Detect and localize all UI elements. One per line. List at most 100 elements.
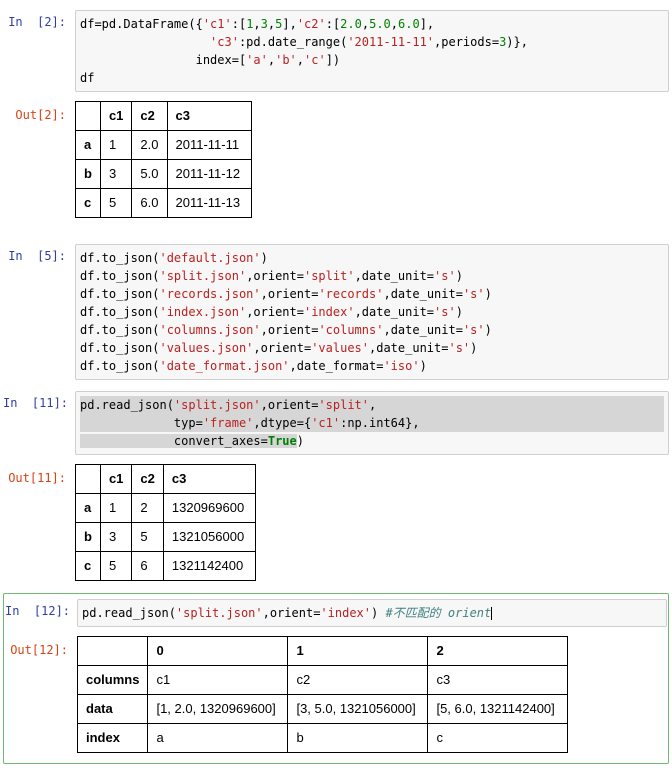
code-token: 'values' xyxy=(311,341,369,355)
code-line: df.to_json('values.json',orient='values'… xyxy=(80,339,664,357)
code-token: ) xyxy=(470,341,478,355)
code-token: ,date_unit= xyxy=(383,287,463,301)
table-header-cell: 1 xyxy=(287,636,429,666)
code-token: 'index.json' xyxy=(159,305,247,319)
code-token: , xyxy=(361,17,370,31)
code-token: , xyxy=(267,53,276,67)
code-line: df=pd.DataFrame({'c1':[1,3,5],'c2':[2.0,… xyxy=(80,15,664,33)
table-index-cell: b xyxy=(75,522,101,552)
code-token: 'c2' xyxy=(296,17,326,31)
code-token: 'columns' xyxy=(318,323,384,337)
code-token: :[ xyxy=(231,17,247,31)
code-line: pd.read_json('split.json',orient='split'… xyxy=(80,396,664,414)
code-token: pd.read_json( xyxy=(82,606,176,620)
code-token: ,orient= xyxy=(253,341,312,355)
table-header-cell: c2 xyxy=(131,464,164,494)
code-line: 'c3':pd.date_range('2011-11-11',periods=… xyxy=(80,33,664,51)
code-token: 'values.json' xyxy=(159,341,254,355)
code-token: 6.0 xyxy=(398,17,420,31)
input-row: In [11]: pd.read_json('split.json',orien… xyxy=(3,391,669,455)
code-line: df.to_json('index.json',orient='index',d… xyxy=(80,303,664,321)
code-token: ,date_unit= xyxy=(383,323,463,337)
code-token: 's' xyxy=(462,323,485,337)
table-index-cell: a xyxy=(75,493,101,523)
code-token: 'date_format.json' xyxy=(159,359,290,373)
table-header-cell xyxy=(75,464,101,494)
table-cell: 5.0 xyxy=(131,159,168,189)
code-token: df xyxy=(80,71,95,85)
code-token: ,date_unit= xyxy=(354,269,435,283)
output-row: Out[12]: 0 1 2 columns c1 c2 c3 data [1, 2.0, 13… xyxy=(5,634,667,755)
code-token: 'iso' xyxy=(383,359,420,373)
code-token: 'frame' xyxy=(202,416,254,430)
table-cell: 5 xyxy=(131,522,164,552)
table-row: a 1 2 1320969600 xyxy=(75,493,256,523)
code-token: ,dtype={ xyxy=(253,416,312,430)
table-row: columns c1 c2 c3 xyxy=(76,665,569,695)
text-caret xyxy=(491,607,493,620)
table-index-cell: data xyxy=(76,694,149,724)
notebook-cell-in11: In [11]: pd.read_json('split.json',orien… xyxy=(3,391,669,583)
code-token: ) xyxy=(371,606,386,620)
code-line: typ='frame',dtype={'c1':np.int64}, xyxy=(80,414,664,432)
code-token: convert_axes= xyxy=(80,434,268,448)
table-cell: 3 xyxy=(99,522,133,552)
code-token: ], xyxy=(282,17,297,31)
code-token: :pd.date_range( xyxy=(238,35,348,49)
code-editor[interactable]: df.to_json('default.json') df.to_json('sp… xyxy=(75,244,669,380)
code-editor[interactable]: pd.read_json('split.json',orient='split'… xyxy=(75,391,669,455)
dataframe-table: c1 c2 c3 a 1 2 1320969600 b 3 5 1321056000 c 5 6 13211… xyxy=(75,464,256,581)
table-header-cell: c3 xyxy=(166,101,252,131)
table-cell: 3 xyxy=(99,159,133,189)
table-index-cell: b xyxy=(75,159,101,189)
code-token: 's' xyxy=(462,287,485,301)
input-prompt: In [2]: xyxy=(8,15,66,29)
code-token: ) xyxy=(455,305,463,319)
code-token: 'split.json' xyxy=(159,269,247,283)
input-prompt: In [12]: xyxy=(5,604,71,618)
output-area: c1 c2 c3 a 1 2.0 2011-11-11 b 3 5.0 2011-11-12 c 5 6.… xyxy=(75,99,252,220)
input-row: In [12]: pd.read_json('split.json',orien… xyxy=(5,599,667,627)
table-header-cell: c1 xyxy=(99,101,133,131)
table-cell: c xyxy=(427,723,569,753)
code-token: , xyxy=(296,53,305,67)
table-header-cell: c1 xyxy=(99,464,133,494)
code-token: '2011-11-11' xyxy=(347,35,435,49)
code-token: df.to_json( xyxy=(80,287,160,301)
code-token: df.to_json( xyxy=(80,323,160,337)
table-index-cell: a xyxy=(75,130,101,160)
output-area: 0 1 2 columns c1 c2 c3 data [1, 2.0, 1320969600]… xyxy=(76,634,569,755)
code-token: ,orient= xyxy=(260,323,319,337)
table-header-row: c1 c2 c3 xyxy=(75,464,256,494)
table-cell: [3, 5.0, 1321056000] xyxy=(287,694,429,724)
code-token: ,orient= xyxy=(262,606,321,620)
code-token: 'c1' xyxy=(202,17,232,31)
code-editor[interactable]: pd.read_json('split.json',orient='index'… xyxy=(77,599,667,627)
output-row: Out[11]: c1 c2 c3 a 1 2 1320969600 b 3 5 132105600… xyxy=(3,462,669,583)
code-token: ]) xyxy=(325,53,341,67)
code-token: 'b' xyxy=(275,53,297,67)
code-line: df.to_json('default.json') xyxy=(80,249,664,267)
output-prompt: Out[11]: xyxy=(8,471,66,485)
code-token: ], xyxy=(419,17,435,31)
code-line: convert_axes=True) xyxy=(80,432,664,450)
table-row: b 3 5 1321056000 xyxy=(75,522,256,552)
code-line: df.to_json('split.json',orient='split',d… xyxy=(80,267,664,285)
table-header-cell: c2 xyxy=(131,101,168,131)
input-prompt: In [11]: xyxy=(3,396,69,410)
table-header-cell: 2 xyxy=(427,636,569,666)
code-token: ) xyxy=(296,434,304,448)
code-token: 'split.json' xyxy=(173,398,261,412)
code-token: 'c' xyxy=(304,53,326,67)
code-token: 's' xyxy=(434,305,456,319)
table-cell: 2.0 xyxy=(131,130,168,160)
code-token: typ= xyxy=(80,416,203,430)
code-editor[interactable]: df=pd.DataFrame({'c1':[1,3,5],'c2':[2.0,… xyxy=(75,10,669,92)
code-token: 2.0 xyxy=(340,17,362,31)
code-line: df xyxy=(80,69,664,87)
table-cell: 2011-11-12 xyxy=(166,159,252,189)
code-token: df.to_json( xyxy=(80,269,160,283)
code-line: pd.read_json('split.json',orient='index'… xyxy=(82,604,662,622)
code-token: 'index' xyxy=(303,305,355,319)
code-token: ) xyxy=(260,251,268,265)
